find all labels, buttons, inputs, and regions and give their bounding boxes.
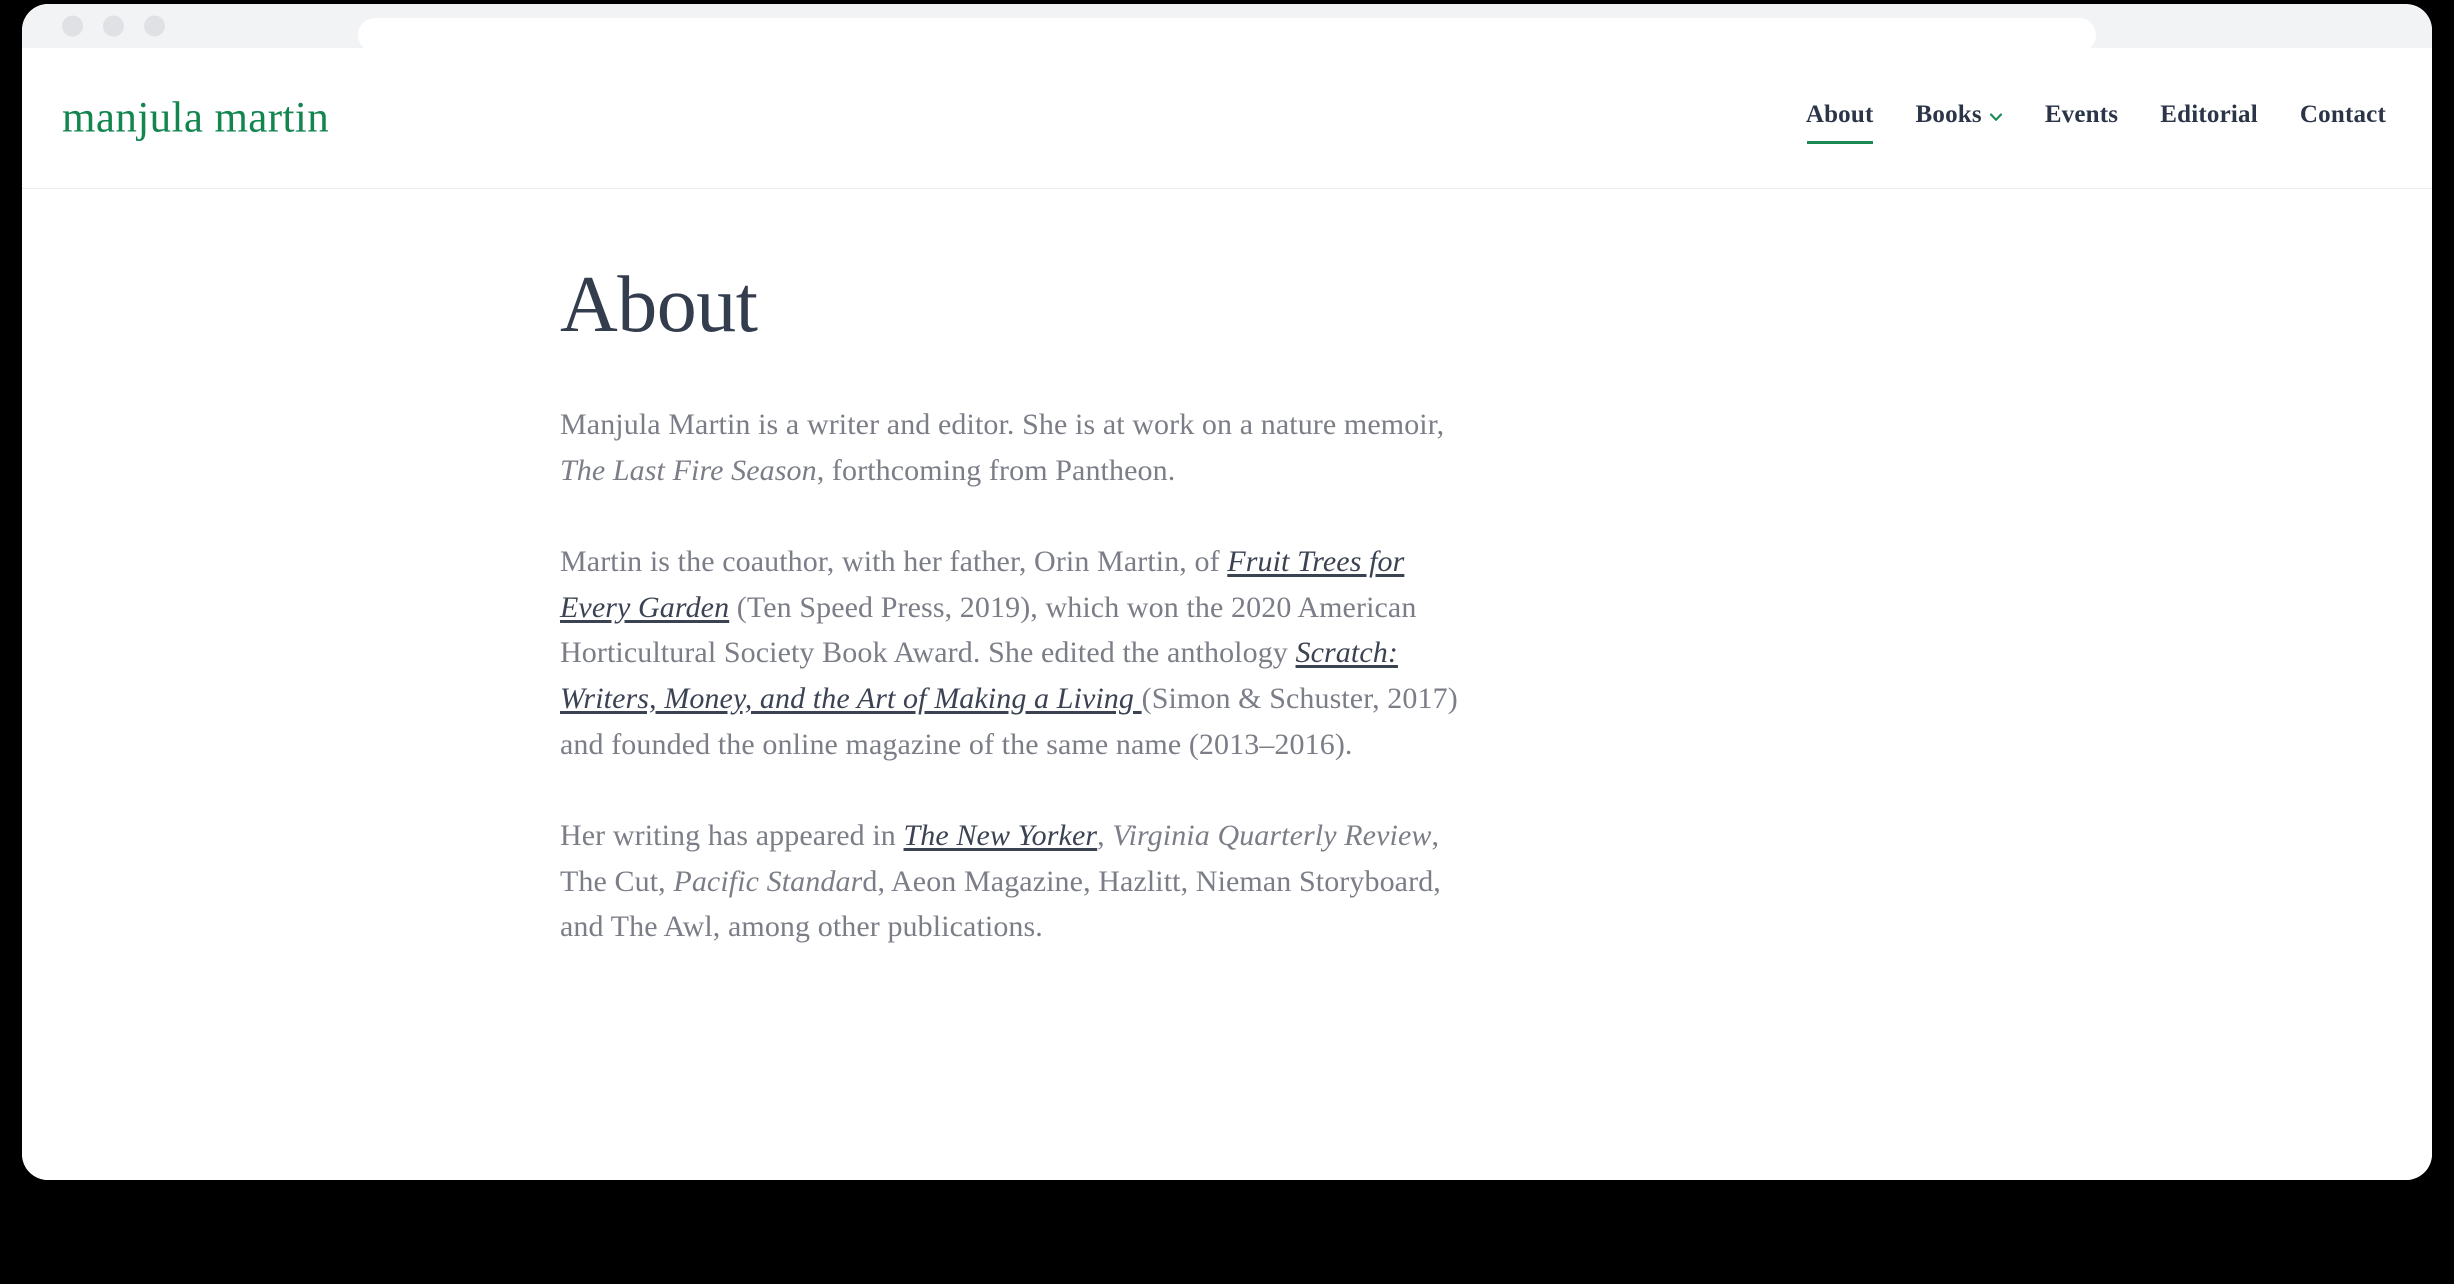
nav-item-books-label: Books [1915,101,1982,128]
traffic-lights [62,15,165,37]
paragraph-3-text-2: , [1097,819,1113,853]
site-logo[interactable]: manjula martin [62,94,329,143]
paragraph-1-text-1: Manjula Martin is a writer and editor. S… [560,408,1445,441]
paragraph-publications: Her writing has appeared in The New York… [560,813,1460,950]
nav-item-editorial-label: Editorial [2160,101,2258,128]
publication-virginia-quarterly-review: Virginia Quarterly Review [1112,819,1432,853]
nav-item-events[interactable]: Events [2045,101,2118,135]
address-bar[interactable] [358,18,2096,52]
link-the-new-yorker[interactable]: The New Yorker [904,819,1098,852]
nav-item-contact-label: Contact [2299,101,2386,128]
nav-active-underline [1806,141,1873,144]
browser-chrome-bar [22,4,2432,52]
book-title-last-fire-season: The Last Fire Season [560,453,817,487]
article-body: About Manjula Martin is a writer and edi… [560,263,1460,950]
nav-item-editorial[interactable]: Editorial [2160,101,2258,135]
paragraph-books: Martin is the coauthor, with her father,… [560,539,1460,767]
nav-item-about-label: About [1805,101,1874,128]
maximize-window-button[interactable] [144,15,165,37]
paragraph-intro: Manjula Martin is a writer and editor. S… [560,402,1460,493]
publication-pacific-standard: Pacific Standar [673,864,863,898]
page-viewport: manjula martin About Books Events Editor… [22,48,2432,1180]
close-window-button[interactable] [62,15,83,37]
nav-item-contact[interactable]: Contact [2300,101,2386,135]
nav-item-books[interactable]: Books [1916,101,2003,135]
chevron-down-icon[interactable] [1989,110,2003,124]
minimize-window-button[interactable] [103,15,124,37]
page-title: About [560,261,758,349]
paragraph-1-text-2: , forthcoming from Pantheon. [816,453,1176,487]
nav-item-about[interactable]: About [1805,101,1874,144]
paragraph-2-text-1: Martin is the coauthor, with her father,… [560,545,1228,579]
site-header: manjula martin About Books Events Editor… [22,48,2432,189]
main-navigation: About Books Events Editorial Contact [1805,101,2386,144]
paragraph-3-text-1: Her writing has appeared in [560,819,904,853]
browser-window: manjula martin About Books Events Editor… [22,4,2432,1180]
nav-item-events-label: Events [2044,101,2119,128]
